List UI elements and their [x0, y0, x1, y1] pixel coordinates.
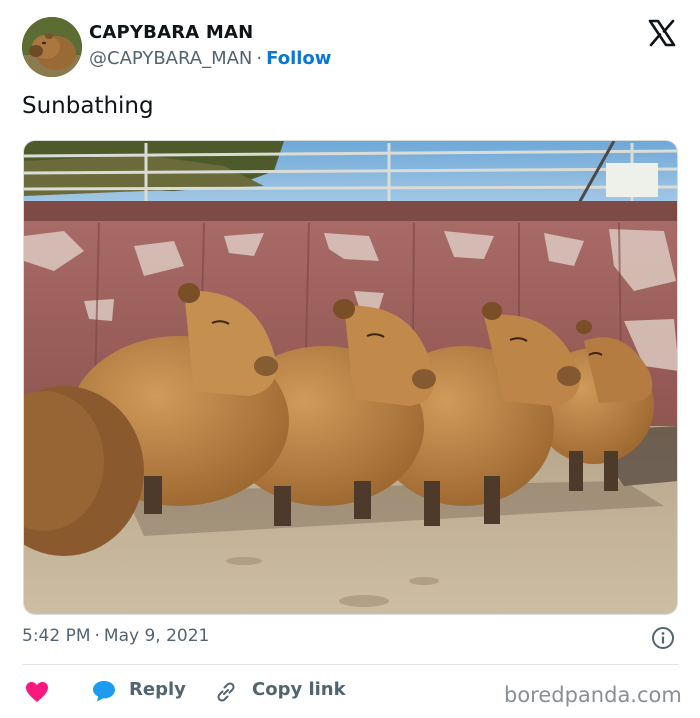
author-name[interactable]: CAPYBARA MAN: [89, 22, 253, 43]
actions-divider: [22, 664, 679, 665]
timestamp-separator: ·: [94, 626, 100, 646]
tweet-card: CAPYBARA MAN @CAPYBARA_MAN · Follow Sunbat…: [0, 0, 700, 718]
x-logo-icon[interactable]: [647, 18, 677, 48]
heart-icon[interactable]: [25, 681, 49, 703]
link-icon[interactable]: [214, 680, 238, 704]
author-avatar[interactable]: [22, 17, 82, 77]
author-handle-row: @CAPYBARA_MAN · Follow: [89, 48, 331, 69]
reply-button[interactable]: Reply: [129, 679, 186, 700]
copy-link-button[interactable]: Copy link: [252, 679, 346, 700]
watermark: boredpanda.com: [504, 683, 682, 707]
handle-separator: ·: [256, 48, 263, 69]
tweet-date: May 9, 2021: [103, 626, 210, 646]
speech-bubble-icon[interactable]: [92, 680, 116, 702]
info-icon[interactable]: [651, 626, 675, 650]
follow-button[interactable]: Follow: [266, 48, 331, 69]
author-handle[interactable]: @CAPYBARA_MAN: [89, 48, 252, 69]
tweet-time: 5:42 PM: [22, 626, 91, 646]
tweet-timestamp[interactable]: 5:42 PM · May 9, 2021: [22, 626, 209, 646]
tweet-text: Sunbathing: [22, 93, 154, 119]
tweet-photo[interactable]: [23, 140, 678, 615]
